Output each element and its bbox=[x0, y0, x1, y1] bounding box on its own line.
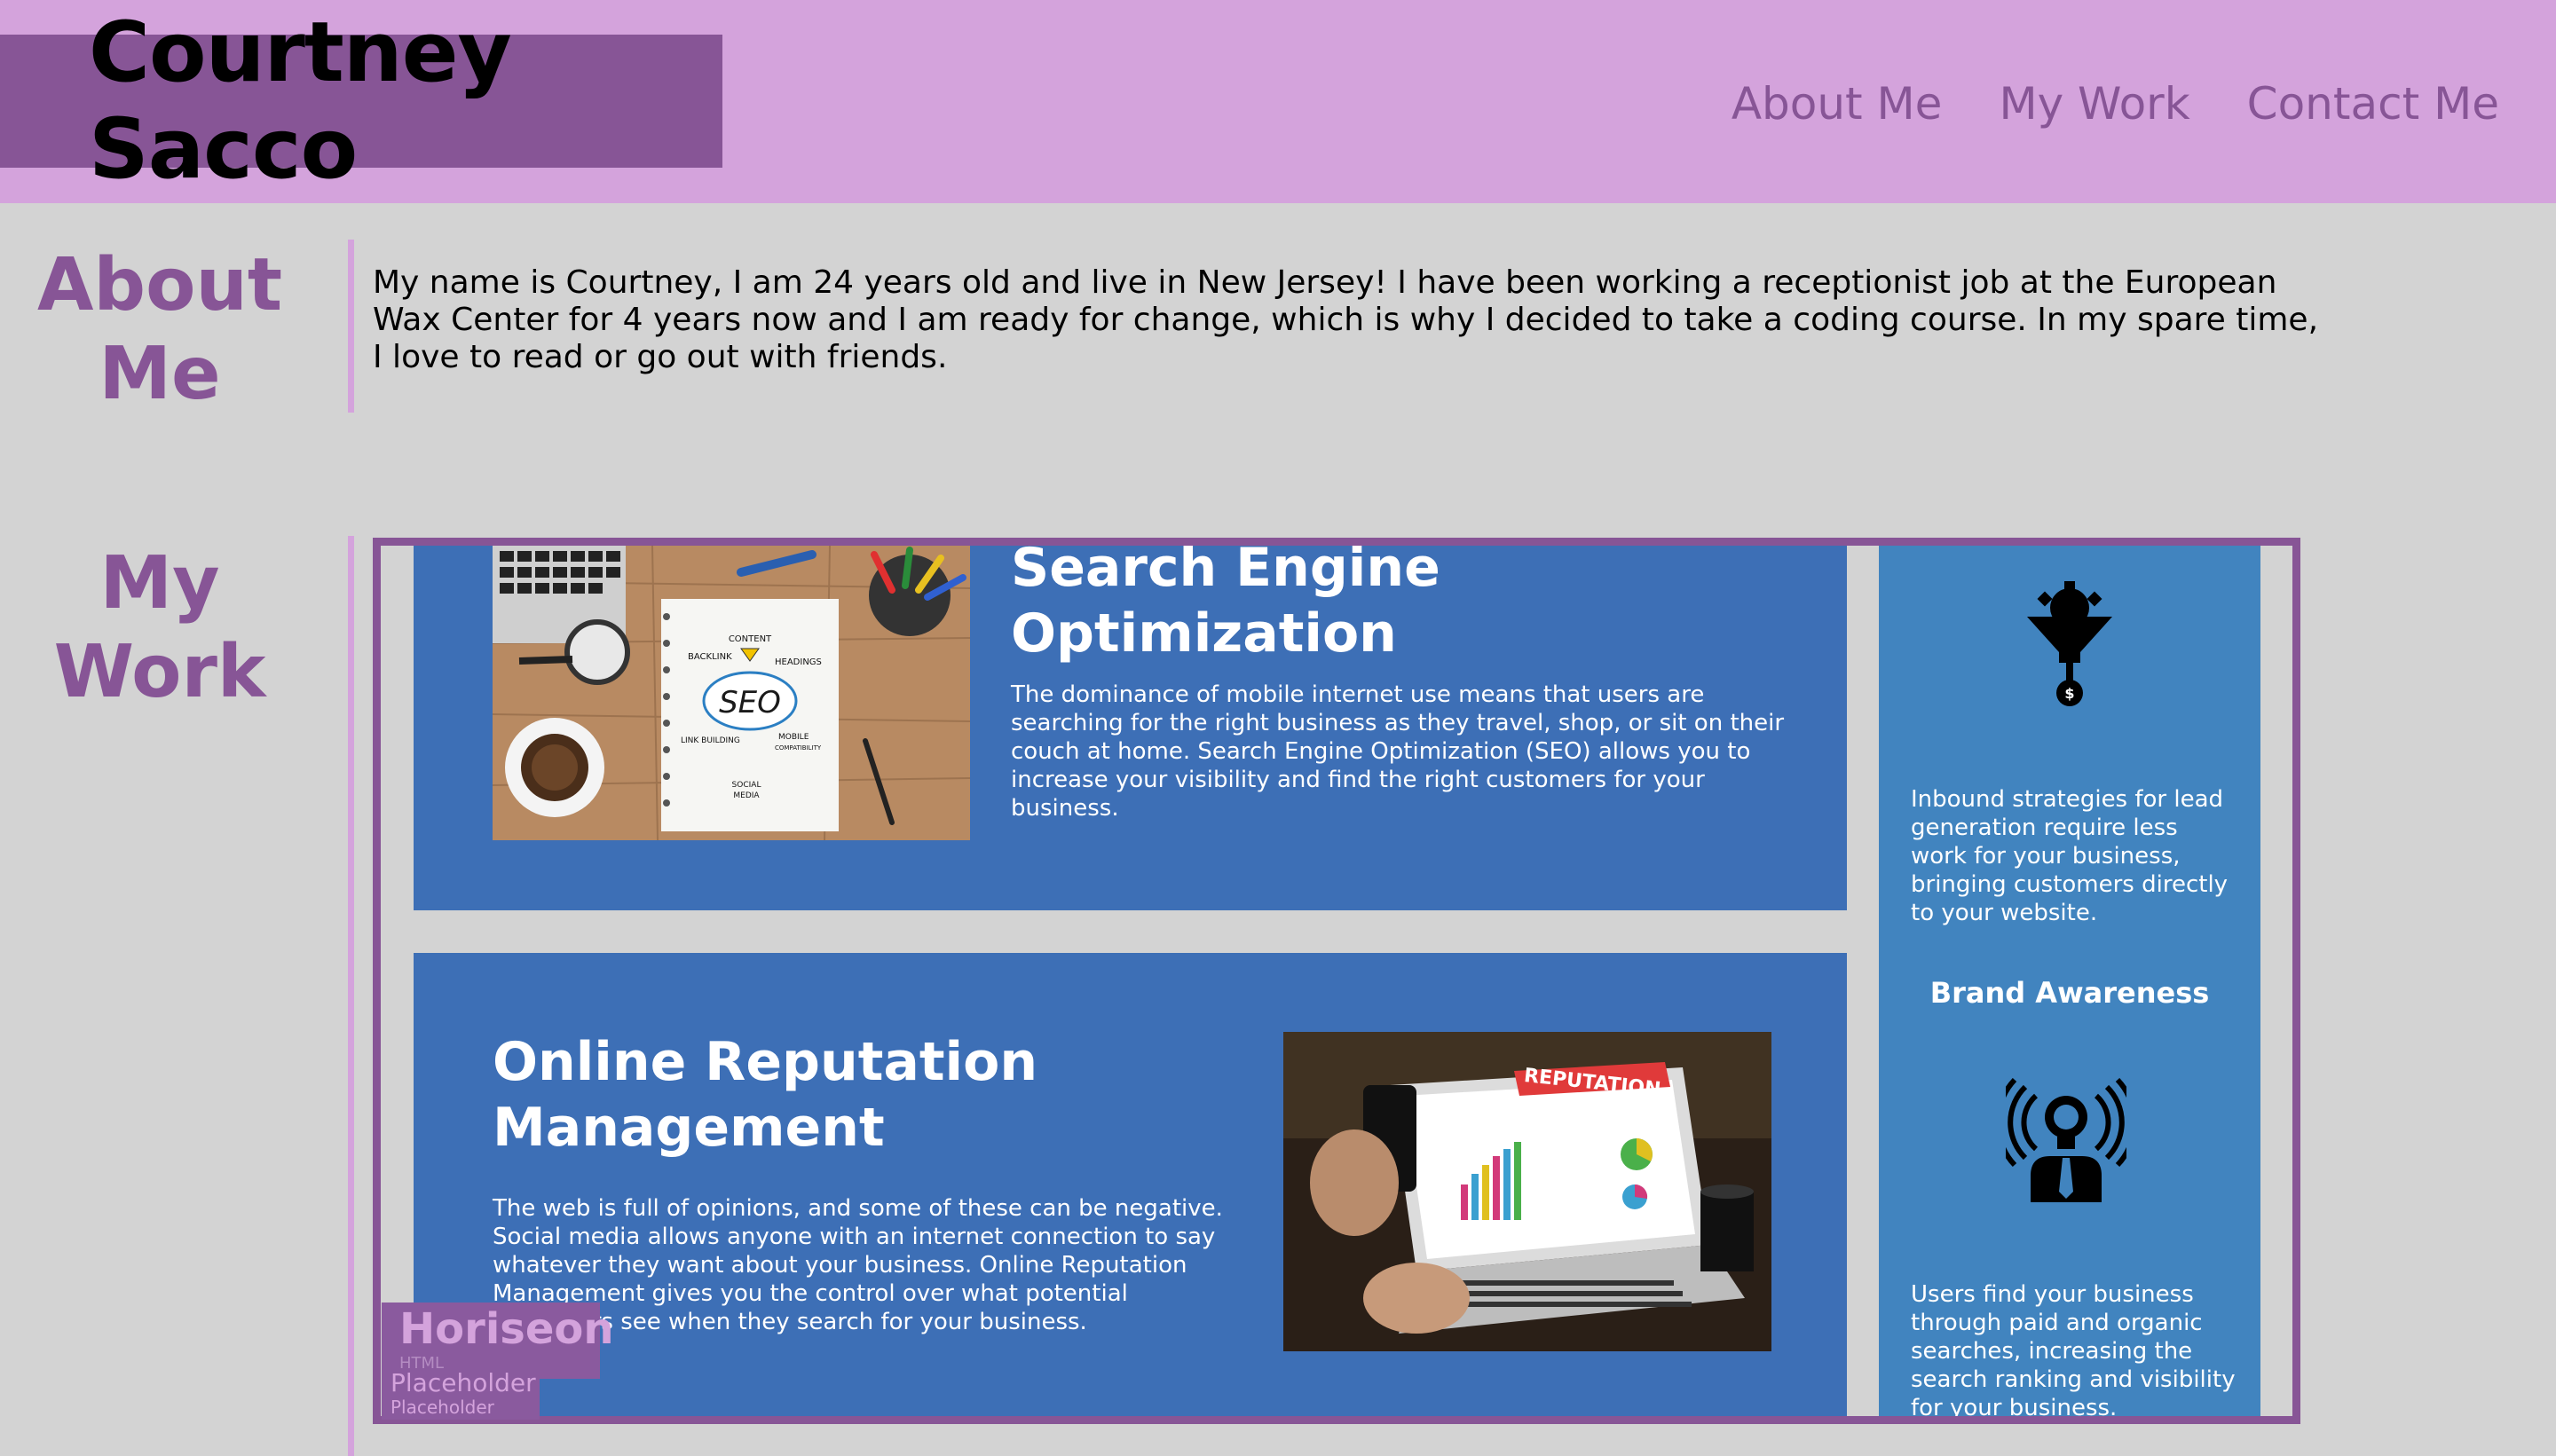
about-heading: About Me bbox=[0, 241, 320, 419]
work-embed-frame[interactable]: SEO CONTENT BACKLINK HEADINGS LINK BUILD… bbox=[373, 538, 2300, 1424]
orm-title: Online Reputation Management bbox=[493, 1029, 1037, 1161]
seo-image-content: CONTENT bbox=[729, 634, 772, 644]
work-heading-line2: Work bbox=[53, 630, 266, 714]
nav-my-work[interactable]: My Work bbox=[1999, 78, 2189, 130]
work-heading: My Work bbox=[0, 539, 320, 717]
work-divider bbox=[348, 536, 354, 1456]
seo-image-mobile: MOBILE bbox=[778, 733, 809, 742]
seo-image-linkbuilding: LINK BUILDING bbox=[681, 736, 740, 745]
seo-image-word: SEO bbox=[719, 685, 781, 720]
seo-image-headings: HEADINGS bbox=[775, 657, 822, 667]
brand-awareness-title: Brand Awareness bbox=[1929, 976, 2210, 1010]
orm-image: REPUTATION bbox=[1283, 1032, 1771, 1351]
work-heading-line1: My bbox=[99, 541, 220, 626]
seo-image: SEO CONTENT BACKLINK HEADINGS LINK BUILD… bbox=[493, 546, 970, 840]
seo-image-social: SOCIAL bbox=[732, 781, 761, 790]
benefits-sidebar: $ Inbound strategies for lead generation… bbox=[1879, 546, 2260, 1421]
seo-title: Search Engine Optimization bbox=[1011, 538, 1440, 666]
site-header: Courtney Sacco About Me My Work Contact … bbox=[0, 0, 2556, 203]
seo-image-backlink: BACKLINK bbox=[688, 652, 732, 662]
main-nav: About Me My Work Contact Me bbox=[1732, 78, 2499, 130]
orm-title-line1: Online Reputation bbox=[493, 1031, 1038, 1093]
placeholder-small-label: Placeholder bbox=[390, 1397, 494, 1418]
svg-text:$: $ bbox=[2064, 685, 2074, 702]
seo-title-line1: Search Engine bbox=[1011, 538, 1440, 599]
orm-title-line2: Management bbox=[493, 1097, 885, 1159]
site-title[interactable]: Courtney Sacco bbox=[89, 4, 722, 198]
nav-contact-me[interactable]: Contact Me bbox=[2247, 78, 2499, 130]
seo-image-compat: COMPATIBILITY bbox=[775, 744, 822, 752]
about-heading-line2: Me bbox=[99, 332, 221, 416]
about-paragraph: My name is Courtney, I am 24 years old a… bbox=[373, 264, 2319, 375]
lead-generation-icon: $ bbox=[2027, 581, 2112, 706]
brand-awareness-icon bbox=[2006, 1078, 2126, 1202]
nav-about-me[interactable]: About Me bbox=[1732, 78, 1943, 130]
brand-block: Courtney Sacco bbox=[0, 4, 722, 198]
brand-awareness-text: Users find your business through paid an… bbox=[1911, 1281, 2236, 1421]
about-heading-line1: About bbox=[36, 243, 283, 327]
horiseon-logo[interactable]: Horiseon bbox=[399, 1304, 614, 1354]
lead-generation-text: Inbound strategies for lead generation r… bbox=[1911, 786, 2229, 926]
seo-card: SEO CONTENT BACKLINK HEADINGS LINK BUILD… bbox=[414, 538, 1847, 910]
about-divider bbox=[348, 240, 354, 413]
seo-title-line2: Optimization bbox=[1011, 602, 1397, 665]
placeholder-label: Placeholder bbox=[390, 1368, 536, 1397]
seo-image-media: MEDIA bbox=[733, 791, 760, 800]
seo-text: The dominance of mobile internet use mea… bbox=[1011, 681, 1785, 822]
orm-card: Online Reputation Management The web is … bbox=[414, 953, 1847, 1416]
